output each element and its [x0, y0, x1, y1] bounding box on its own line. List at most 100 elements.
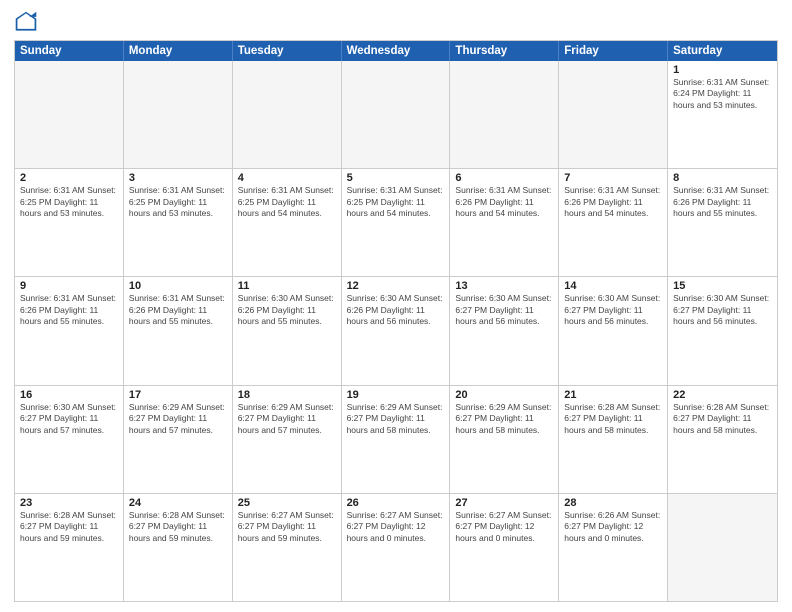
day-number: 26	[347, 497, 445, 509]
day-number: 1	[673, 64, 772, 76]
calendar-cell	[15, 61, 124, 168]
calendar-cell: 7Sunrise: 6:31 AM Sunset: 6:26 PM Daylig…	[559, 169, 668, 276]
calendar-cell: 26Sunrise: 6:27 AM Sunset: 6:27 PM Dayli…	[342, 494, 451, 601]
day-info: Sunrise: 6:28 AM Sunset: 6:27 PM Dayligh…	[20, 510, 118, 544]
day-number: 14	[564, 280, 662, 292]
calendar-cell	[342, 61, 451, 168]
day-number: 2	[20, 172, 118, 184]
day-info: Sunrise: 6:30 AM Sunset: 6:27 PM Dayligh…	[20, 402, 118, 436]
calendar-cell: 22Sunrise: 6:28 AM Sunset: 6:27 PM Dayli…	[668, 386, 777, 493]
day-info: Sunrise: 6:31 AM Sunset: 6:25 PM Dayligh…	[20, 185, 118, 219]
day-info: Sunrise: 6:30 AM Sunset: 6:26 PM Dayligh…	[238, 293, 336, 327]
day-info: Sunrise: 6:31 AM Sunset: 6:24 PM Dayligh…	[673, 77, 772, 111]
day-number: 21	[564, 389, 662, 401]
day-info: Sunrise: 6:31 AM Sunset: 6:26 PM Dayligh…	[564, 185, 662, 219]
calendar-cell: 21Sunrise: 6:28 AM Sunset: 6:27 PM Dayli…	[559, 386, 668, 493]
calendar-cell: 19Sunrise: 6:29 AM Sunset: 6:27 PM Dayli…	[342, 386, 451, 493]
day-number: 27	[455, 497, 553, 509]
day-info: Sunrise: 6:27 AM Sunset: 6:27 PM Dayligh…	[347, 510, 445, 544]
logo	[14, 10, 42, 34]
calendar-cell: 3Sunrise: 6:31 AM Sunset: 6:25 PM Daylig…	[124, 169, 233, 276]
day-info: Sunrise: 6:30 AM Sunset: 6:27 PM Dayligh…	[455, 293, 553, 327]
day-number: 4	[238, 172, 336, 184]
day-info: Sunrise: 6:31 AM Sunset: 6:26 PM Dayligh…	[673, 185, 772, 219]
day-number: 23	[20, 497, 118, 509]
calendar-cell: 28Sunrise: 6:26 AM Sunset: 6:27 PM Dayli…	[559, 494, 668, 601]
calendar-cell: 13Sunrise: 6:30 AM Sunset: 6:27 PM Dayli…	[450, 277, 559, 384]
calendar-cell: 5Sunrise: 6:31 AM Sunset: 6:25 PM Daylig…	[342, 169, 451, 276]
calendar-cell: 1Sunrise: 6:31 AM Sunset: 6:24 PM Daylig…	[668, 61, 777, 168]
calendar-cell: 9Sunrise: 6:31 AM Sunset: 6:26 PM Daylig…	[15, 277, 124, 384]
day-number: 3	[129, 172, 227, 184]
day-number: 11	[238, 280, 336, 292]
day-header: Wednesday	[342, 41, 451, 61]
calendar-cell	[233, 61, 342, 168]
day-header: Thursday	[450, 41, 559, 61]
day-header: Sunday	[15, 41, 124, 61]
calendar-cell: 15Sunrise: 6:30 AM Sunset: 6:27 PM Dayli…	[668, 277, 777, 384]
day-info: Sunrise: 6:31 AM Sunset: 6:25 PM Dayligh…	[238, 185, 336, 219]
calendar-body: 1Sunrise: 6:31 AM Sunset: 6:24 PM Daylig…	[15, 61, 777, 601]
calendar-cell: 23Sunrise: 6:28 AM Sunset: 6:27 PM Dayli…	[15, 494, 124, 601]
calendar-cell: 24Sunrise: 6:28 AM Sunset: 6:27 PM Dayli…	[124, 494, 233, 601]
day-info: Sunrise: 6:31 AM Sunset: 6:26 PM Dayligh…	[455, 185, 553, 219]
calendar-cell	[450, 61, 559, 168]
day-number: 20	[455, 389, 553, 401]
calendar-row: 1Sunrise: 6:31 AM Sunset: 6:24 PM Daylig…	[15, 61, 777, 168]
calendar-cell: 11Sunrise: 6:30 AM Sunset: 6:26 PM Dayli…	[233, 277, 342, 384]
calendar-row: 9 Sunrise: 6:31 AM Sunset: 6:26 PM Daylig…	[15, 276, 777, 384]
calendar-cell: 8Sunrise: 6:31 AM Sunset: 6:26 PM Daylig…	[668, 169, 777, 276]
day-number: 18	[238, 389, 336, 401]
header	[14, 10, 778, 34]
day-header: Friday	[559, 41, 668, 61]
day-number: 17	[129, 389, 227, 401]
day-number: 15	[673, 280, 772, 292]
day-info: Sunrise: 6:31 AM Sunset: 6:26 PM Dayligh…	[129, 293, 227, 327]
day-number: 25	[238, 497, 336, 509]
calendar-row: 16Sunrise: 6:30 AM Sunset: 6:27 PM Dayli…	[15, 385, 777, 493]
day-number: 6	[455, 172, 553, 184]
day-number: 10	[129, 280, 227, 292]
day-number: 7	[564, 172, 662, 184]
day-info: Sunrise: 6:30 AM Sunset: 6:27 PM Dayligh…	[673, 293, 772, 327]
calendar-cell: 20Sunrise: 6:29 AM Sunset: 6:27 PM Dayli…	[450, 386, 559, 493]
day-header: Monday	[124, 41, 233, 61]
calendar-cell: 14Sunrise: 6:30 AM Sunset: 6:27 PM Dayli…	[559, 277, 668, 384]
day-info: Sunrise: 6:29 AM Sunset: 6:27 PM Dayligh…	[129, 402, 227, 436]
day-info: Sunrise: 6:29 AM Sunset: 6:27 PM Dayligh…	[455, 402, 553, 436]
calendar-cell: 6Sunrise: 6:31 AM Sunset: 6:26 PM Daylig…	[450, 169, 559, 276]
calendar-row: 2Sunrise: 6:31 AM Sunset: 6:25 PM Daylig…	[15, 168, 777, 276]
day-number: 9	[20, 280, 118, 292]
day-info: Sunrise: 6:29 AM Sunset: 6:27 PM Dayligh…	[347, 402, 445, 436]
day-number: 8	[673, 172, 772, 184]
calendar-cell	[559, 61, 668, 168]
calendar-header: SundayMondayTuesdayWednesdayThursdayFrid…	[15, 41, 777, 61]
calendar-cell: 4Sunrise: 6:31 AM Sunset: 6:25 PM Daylig…	[233, 169, 342, 276]
day-number: 24	[129, 497, 227, 509]
day-number: 12	[347, 280, 445, 292]
day-info: Sunrise: 6:31 AM Sunset: 6:25 PM Dayligh…	[129, 185, 227, 219]
day-info: Sunrise: 6:28 AM Sunset: 6:27 PM Dayligh…	[673, 402, 772, 436]
day-number: 5	[347, 172, 445, 184]
day-info: Sunrise: 6:26 AM Sunset: 6:27 PM Dayligh…	[564, 510, 662, 544]
calendar-cell: 16Sunrise: 6:30 AM Sunset: 6:27 PM Dayli…	[15, 386, 124, 493]
calendar-cell	[124, 61, 233, 168]
day-info: Sunrise: 6:27 AM Sunset: 6:27 PM Dayligh…	[455, 510, 553, 544]
day-info: Sunrise: 6:29 AM Sunset: 6:27 PM Dayligh…	[238, 402, 336, 436]
calendar-row: 23Sunrise: 6:28 AM Sunset: 6:27 PM Dayli…	[15, 493, 777, 601]
day-info: Sunrise: 6:30 AM Sunset: 6:27 PM Dayligh…	[564, 293, 662, 327]
day-number: 19	[347, 389, 445, 401]
calendar: SundayMondayTuesdayWednesdayThursdayFrid…	[14, 40, 778, 602]
day-number: 22	[673, 389, 772, 401]
day-info: Sunrise: 6:27 AM Sunset: 6:27 PM Dayligh…	[238, 510, 336, 544]
calendar-cell: 25Sunrise: 6:27 AM Sunset: 6:27 PM Dayli…	[233, 494, 342, 601]
calendar-cell	[668, 494, 777, 601]
day-info: Sunrise: 6:28 AM Sunset: 6:27 PM Dayligh…	[564, 402, 662, 436]
day-info: Sunrise: 6:30 AM Sunset: 6:26 PM Dayligh…	[347, 293, 445, 327]
calendar-cell: 27Sunrise: 6:27 AM Sunset: 6:27 PM Dayli…	[450, 494, 559, 601]
logo-icon	[14, 10, 38, 34]
day-header: Tuesday	[233, 41, 342, 61]
calendar-cell: 18Sunrise: 6:29 AM Sunset: 6:27 PM Dayli…	[233, 386, 342, 493]
page: SundayMondayTuesdayWednesdayThursdayFrid…	[0, 0, 792, 612]
day-info: Sunrise: 6:31 AM Sunset: 6:25 PM Dayligh…	[347, 185, 445, 219]
